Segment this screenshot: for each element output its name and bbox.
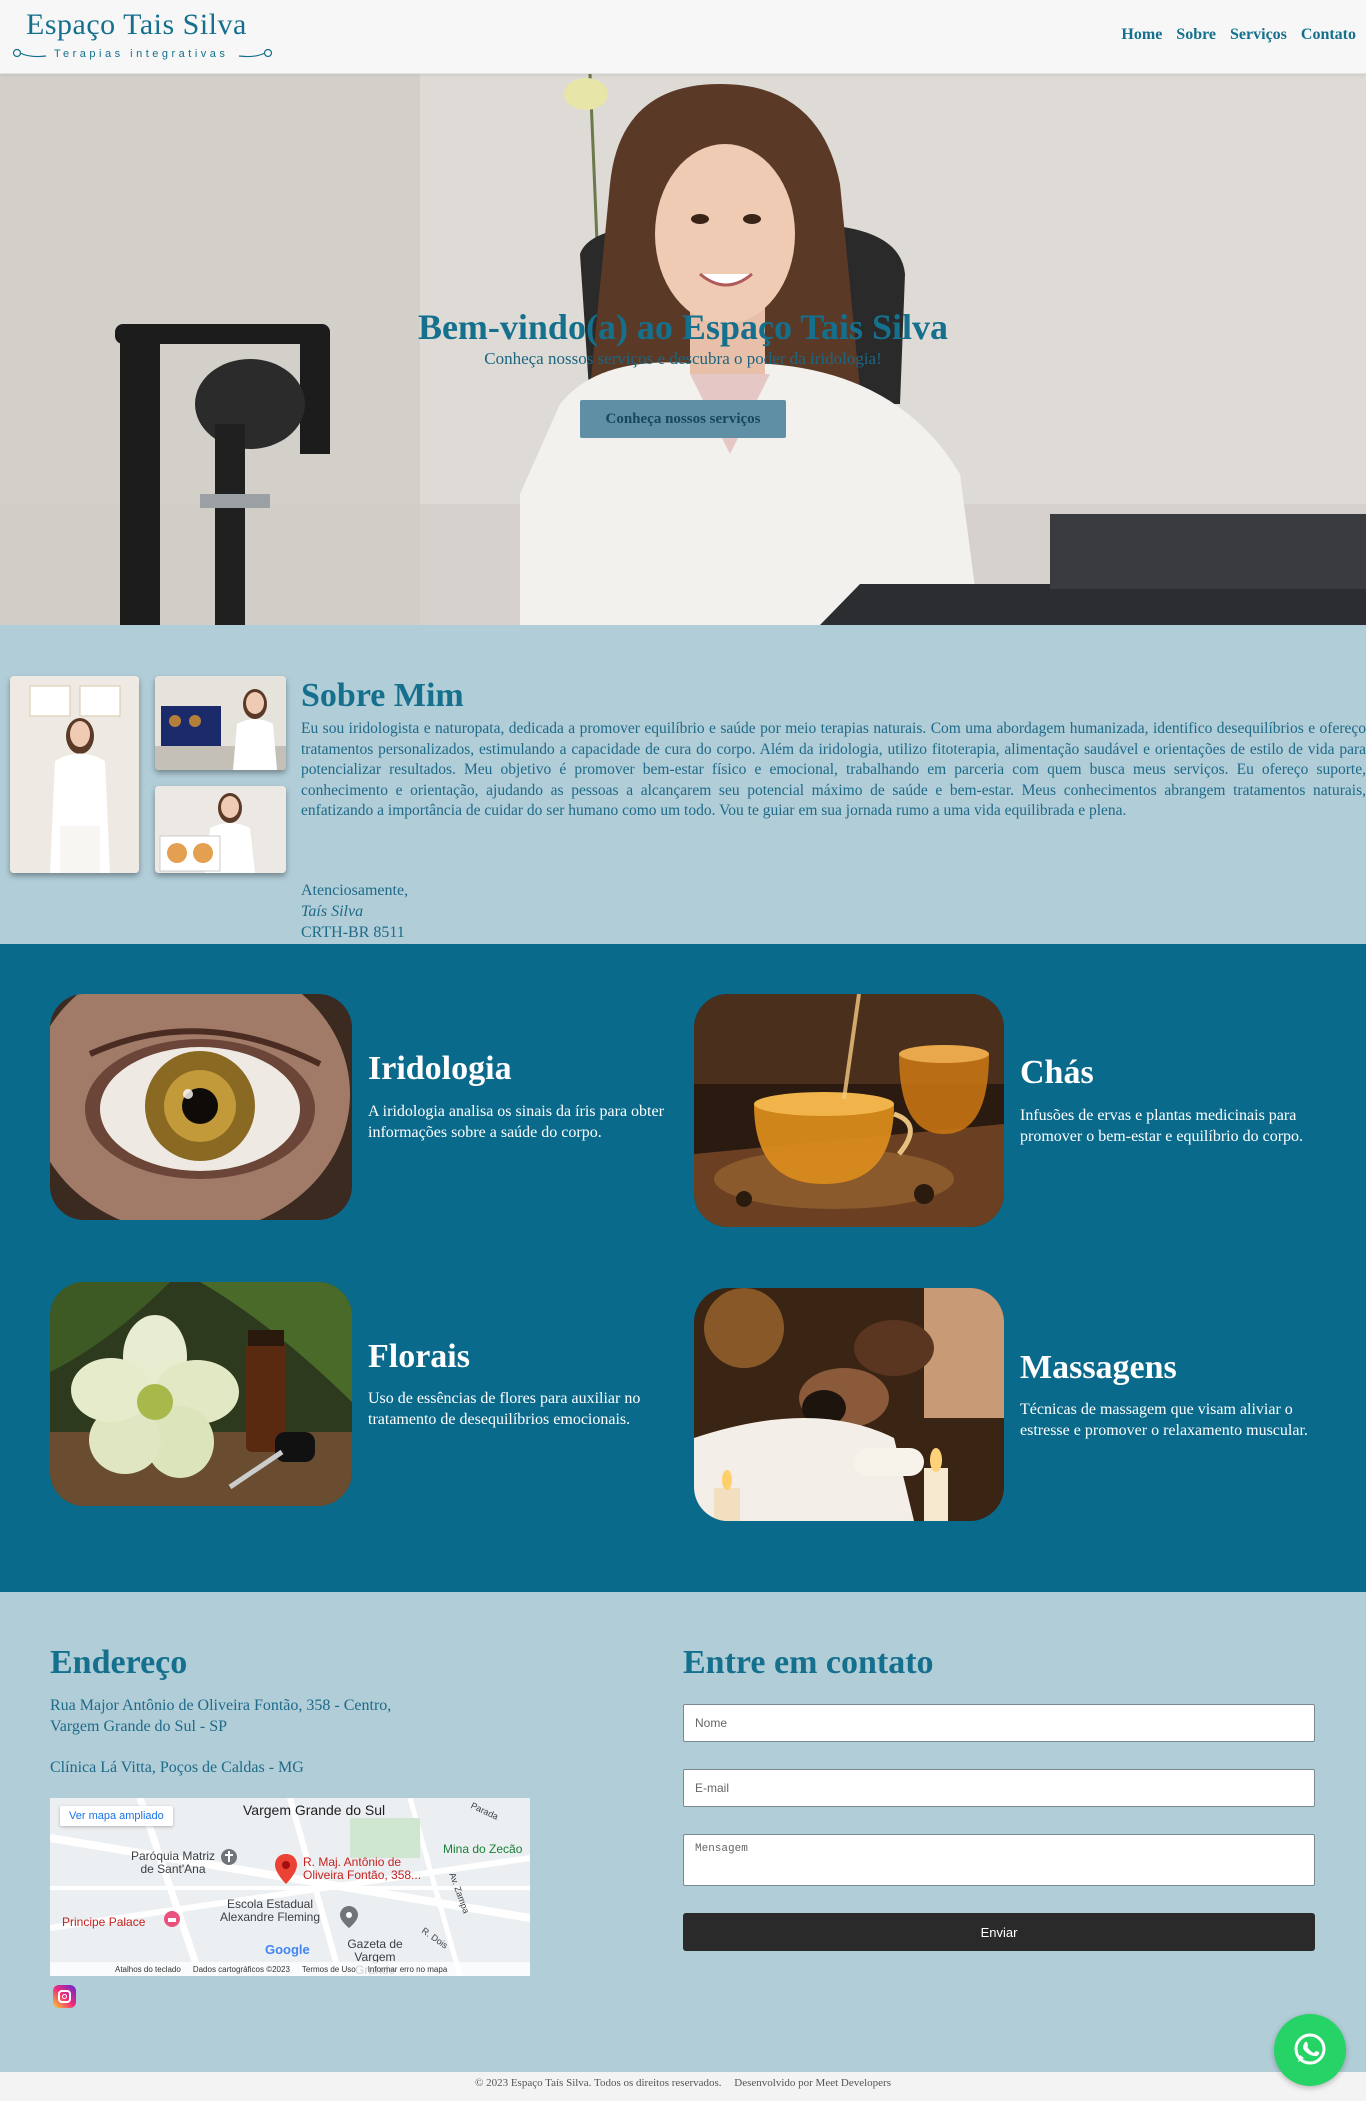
church-icon: [221, 1849, 237, 1865]
service-desc-iridologia: A iridologia analisa os sinais da íris p…: [368, 1103, 664, 1141]
contact-title: Entre em contato: [683, 1644, 934, 1681]
map-footer-report[interactable]: Informar erro no mapa: [368, 1965, 448, 1974]
name-field[interactable]: Nome: [683, 1704, 1315, 1742]
florals-image: [50, 1282, 352, 1506]
map-footer-terms[interactable]: Termos de Uso: [302, 1965, 356, 1974]
contact-section: Endereço Rua Major Antônio de Oliveira F…: [0, 1592, 1366, 2072]
massage-image: [694, 1288, 1004, 1521]
hotel-icon: [164, 1911, 180, 1927]
service-desc-massagens: Técnicas de massagem que visam aliviar o…: [1020, 1401, 1308, 1439]
map-embed[interactable]: Ver mapa ampliado Vargem Grande do Sul P…: [50, 1798, 530, 1976]
site-header: Espaço Tais Silva Terapias integrativas …: [0, 0, 1366, 74]
nav-servicos[interactable]: Serviços: [1230, 26, 1287, 44]
about-text: Eu sou iridologista e naturopata, dedica…: [301, 720, 1366, 819]
nav-home[interactable]: Home: [1121, 26, 1162, 44]
service-title-iridologia: Iridologia: [368, 1050, 512, 1087]
hero-section: Bem-vindo(a) ao Espaço Tais Silva Conheç…: [0, 74, 1366, 625]
whatsapp-icon: [1294, 2033, 1326, 2065]
logo-title: Espaço Tais Silva: [26, 8, 247, 41]
service-title-florais: Florais: [368, 1338, 470, 1375]
instagram-icon[interactable]: [53, 1985, 76, 2008]
site-footer: © 2023 Espaço Taís Silva. Todos os direi…: [0, 2072, 1366, 2101]
nav-contato[interactable]: Contato: [1301, 26, 1356, 44]
map-label-shop: Mina do Zecão: [443, 1842, 523, 1856]
about-photo-3: [155, 786, 286, 873]
about-section: Sobre Mim Eu sou iridologista e naturopa…: [0, 625, 1366, 944]
map-label-hotel: Principe Palace: [62, 1915, 146, 1929]
address-line-3: Clínica Lá Vitta, Poços de Caldas - MG: [50, 1759, 304, 1776]
footer-credits[interactable]: Desenvolvido por Meet Developers: [734, 2077, 891, 2089]
signature-name: Taís Silva: [301, 903, 364, 920]
map-footer: Atalhos do teclado Dados cartográficos ©…: [50, 1962, 530, 1976]
map-enlarge-link[interactable]: Ver mapa ampliado: [60, 1806, 173, 1826]
main-nav: Home Sobre Serviços Contato: [1121, 26, 1356, 44]
email-field[interactable]: E-mail: [683, 1769, 1315, 1807]
about-signature: Atenciosamente, Taís Silva CRTH-BR 8511: [301, 880, 408, 943]
footer-copyright: © 2023 Espaço Taís Silva. Todos os direi…: [474, 2077, 722, 2089]
map-footer-shortcuts[interactable]: Atalhos do teclado: [115, 1965, 181, 1974]
services-section: Iridologia A iridologia analisa os sinai…: [0, 944, 1366, 1592]
signoff-text: Atenciosamente,: [301, 882, 409, 899]
hero-subtitle: Conheça nossos serviços e descubra o pod…: [484, 349, 882, 368]
send-button[interactable]: Enviar: [683, 1913, 1315, 1951]
map-label-pin: R. Maj. Antônio de Oliveira Fontão, 358.…: [303, 1855, 422, 1882]
logo-subtitle: Terapias integrativas: [54, 48, 229, 60]
map-label-church: Paróquia Matriz de Sant'Ana: [130, 1849, 216, 1876]
service-title-chas: Chás: [1020, 1054, 1094, 1091]
about-photo-1: [10, 676, 139, 873]
nav-sobre[interactable]: Sobre: [1176, 26, 1216, 44]
registration-number: CRTH-BR 8511: [301, 924, 405, 941]
services-cta-button[interactable]: Conheça nossos serviços: [580, 400, 786, 438]
google-logo: Google: [265, 1942, 310, 1957]
map-label-city: Vargem Grande do Sul: [243, 1802, 386, 1818]
teas-image: [694, 994, 1004, 1227]
address-line-1: Rua Major Antônio de Oliveira Fontão, 35…: [50, 1697, 392, 1714]
location-pin-icon[interactable]: [275, 1854, 297, 1884]
message-field[interactable]: Mensagem: [683, 1834, 1315, 1886]
address-title: Endereço: [50, 1644, 188, 1681]
about-photo-2: [155, 676, 286, 770]
iridology-image: [50, 994, 352, 1220]
hero-title: Bem-vindo(a) ao Espaço Tais Silva: [417, 307, 949, 347]
logo[interactable]: Espaço Tais Silva Terapias integrativas: [10, 8, 275, 64]
service-desc-florais: Uso de essências de flores para auxiliar…: [368, 1390, 641, 1428]
whatsapp-button[interactable]: [1274, 2014, 1346, 2086]
service-desc-chas: Infusões de ervas e plantas medicinais p…: [1020, 1107, 1304, 1145]
service-title-massagens: Massagens: [1020, 1349, 1177, 1386]
about-title: Sobre Mim: [301, 677, 464, 714]
map-footer-data: Dados cartográficos ©2023: [192, 1964, 290, 1974]
school-pin-icon: [340, 1906, 358, 1928]
address-line-2: Vargem Grande do Sul - SP: [50, 1718, 228, 1735]
map-label-school: Escola Estadual Alexandre Fleming: [219, 1897, 321, 1924]
